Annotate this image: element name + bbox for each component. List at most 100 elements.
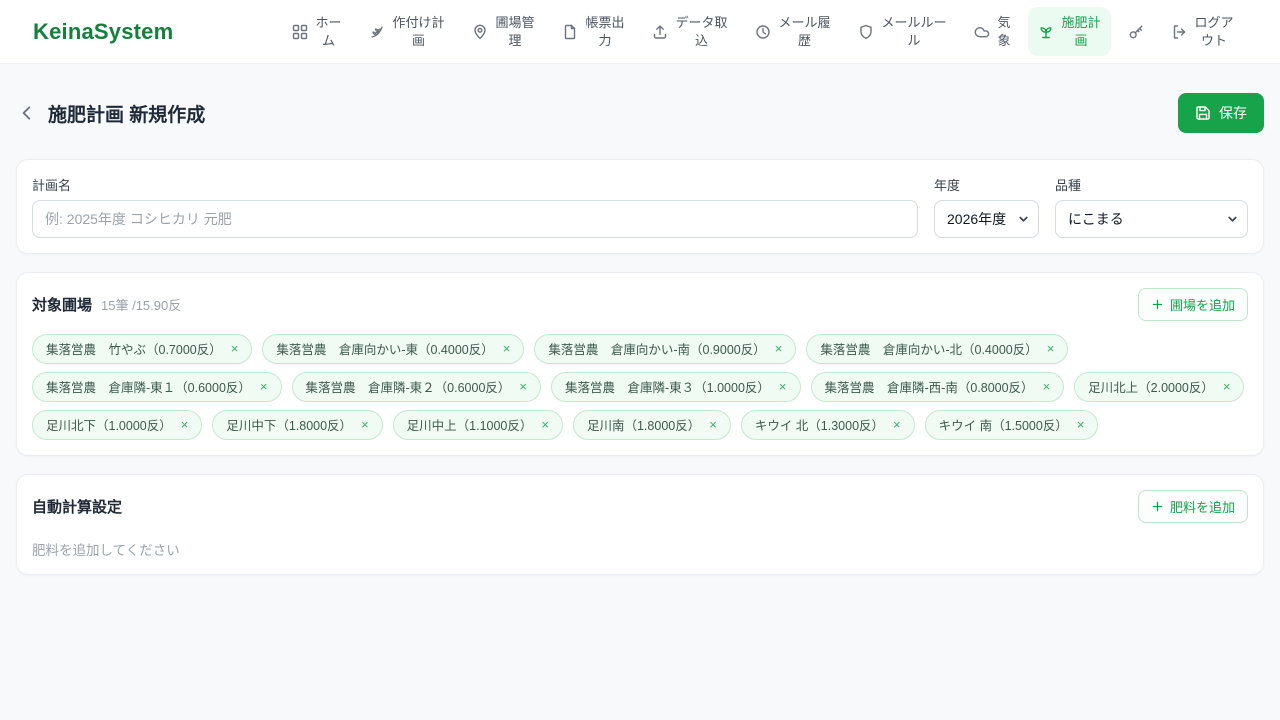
- chip-close-icon[interactable]: ×: [775, 342, 783, 355]
- nav-item-label: ホーム: [315, 14, 342, 48]
- year-field: 年度 2026年度: [934, 175, 1039, 238]
- main-nav: ホーム 作付け計画 圃場管理 帳票出力 データ取込 メール履歴 メールルール 気…: [282, 6, 1244, 57]
- header: KeinaSystem ホーム 作付け計画 圃場管理 帳票出力 データ取込 メー…: [0, 0, 1280, 64]
- field-chip: キウイ 北（1.3000反） ×: [740, 410, 915, 440]
- chip-close-icon[interactable]: ×: [181, 418, 189, 431]
- chip-close-icon[interactable]: ×: [1043, 380, 1051, 393]
- plan-name-field: 計画名: [32, 175, 918, 238]
- field-chip-label: 足川北下（1.0000反）: [46, 419, 172, 433]
- nav-item-data-import[interactable]: データ取込: [642, 7, 738, 56]
- chip-close-icon[interactable]: ×: [231, 342, 239, 355]
- back-button[interactable]: [16, 102, 38, 124]
- main-content: 施肥計画 新規作成 保存 計画名 年度 2026年度: [0, 93, 1280, 575]
- nav-item-mail-rules[interactable]: メールルール: [848, 7, 957, 56]
- chip-close-icon[interactable]: ×: [709, 418, 717, 431]
- nav-item-weather[interactable]: 気象: [964, 7, 1021, 56]
- auto-calc-header: 自動計算設定 肥料を追加: [32, 490, 1248, 523]
- nav-item-password[interactable]: [1118, 17, 1154, 47]
- field-chip-label: 集落営農 倉庫隣-西-南（0.8000反）: [824, 381, 1034, 395]
- year-select-wrap: 2026年度: [934, 200, 1039, 238]
- field-chip: 集落営農 倉庫隣-東１（0.6000反） ×: [32, 372, 282, 402]
- nav-item-fertilization-plan[interactable]: 施肥計画: [1028, 6, 1111, 57]
- field-chip: 集落営農 倉庫向かい-南（0.9000反） ×: [534, 334, 797, 364]
- nav-item-label: 気象: [997, 14, 1011, 48]
- field-chip: 足川南（1.8000反） ×: [572, 410, 731, 440]
- nav-item-label: メールルール: [881, 14, 947, 48]
- field-chip-label: 集落営農 倉庫隣-東２（0.6000反）: [305, 381, 511, 395]
- field-chip: 集落営農 倉庫隣-東２（0.6000反） ×: [291, 372, 541, 402]
- field-chip: 集落営農 倉庫隣-東３（1.0000反） ×: [551, 372, 801, 402]
- page-header: 施肥計画 新規作成 保存: [16, 93, 1264, 133]
- app-root: KeinaSystem ホーム 作付け計画 圃場管理 帳票出力 データ取込 メー…: [0, 0, 1280, 575]
- target-fields-header: 対象圃場 15筆 /15.90反 圃場を追加: [32, 288, 1248, 321]
- plus-icon: [1152, 501, 1163, 512]
- variety-select[interactable]: にこまる: [1055, 200, 1248, 238]
- add-fertilizer-button[interactable]: 肥料を追加: [1137, 490, 1248, 523]
- save-button[interactable]: 保存: [1178, 93, 1264, 133]
- add-fertilizer-button-label: 肥料を追加: [1169, 500, 1235, 515]
- page-title: 施肥計画 新規作成: [48, 104, 206, 126]
- nav-item-home[interactable]: ホーム: [282, 7, 352, 56]
- target-fields-summary: 15筆 /15.90反: [101, 298, 182, 313]
- nav-item-label: メール履歴: [778, 14, 831, 48]
- field-chip: 集落営農 竹やぶ（0.7000反） ×: [32, 334, 253, 364]
- chip-close-icon[interactable]: ×: [503, 342, 511, 355]
- year-select[interactable]: 2026年度: [934, 200, 1039, 238]
- nav-item-logout[interactable]: ログアウト: [1161, 7, 1244, 56]
- chevron-left-icon: [22, 106, 31, 120]
- logout-icon: [1173, 24, 1186, 39]
- field-chip-label: 集落営農 倉庫向かい-東（0.4000反）: [276, 343, 494, 357]
- chip-close-icon[interactable]: ×: [541, 418, 549, 431]
- chip-close-icon[interactable]: ×: [519, 380, 527, 393]
- field-chip-label: 集落営農 竹やぶ（0.7000反）: [46, 343, 222, 357]
- target-fields-title: 対象圃場: [32, 297, 93, 314]
- cloud-icon: [974, 26, 990, 37]
- field-chip: 集落営農 倉庫向かい-北（0.4000反） ×: [806, 334, 1069, 364]
- variety-select-wrap: にこまる: [1055, 200, 1248, 238]
- nav-item-report-output[interactable]: 帳票出力: [552, 7, 635, 56]
- target-fields-card: 対象圃場 15筆 /15.90反 圃場を追加 集落営農 竹やぶ（0.7000反）…: [16, 272, 1264, 456]
- history-icon: [756, 24, 770, 39]
- chip-close-icon[interactable]: ×: [779, 380, 787, 393]
- nav-item-field-management[interactable]: 圃場管理: [462, 7, 545, 56]
- field-chip: 足川北上（2.0000反） ×: [1074, 372, 1245, 402]
- save-button-label: 保存: [1219, 105, 1247, 121]
- chip-close-icon[interactable]: ×: [1047, 342, 1055, 355]
- shield-icon: [860, 24, 872, 39]
- chip-close-icon[interactable]: ×: [260, 380, 268, 393]
- field-chip: 集落営農 倉庫隣-西-南（0.8000反） ×: [810, 372, 1065, 402]
- field-chip: 集落営農 倉庫向かい-東（0.4000反） ×: [262, 334, 525, 364]
- field-chip-label: キウイ 南（1.5000反）: [938, 419, 1068, 433]
- nav-item-label: ログアウト: [1194, 14, 1234, 48]
- add-field-button[interactable]: 圃場を追加: [1137, 288, 1248, 321]
- year-label: 年度: [934, 178, 961, 193]
- plan-name-input[interactable]: [32, 200, 918, 238]
- variety-field: 品種 にこまる: [1055, 175, 1248, 238]
- target-fields-title-wrap: 対象圃場 15筆 /15.90反: [32, 294, 181, 315]
- chip-close-icon[interactable]: ×: [1077, 418, 1085, 431]
- field-chip-label: 集落営農 倉庫隣-東１（0.6000反）: [46, 381, 251, 395]
- sprout-icon: [1040, 26, 1052, 38]
- field-chip-label: 足川中下（1.8000反）: [226, 419, 353, 433]
- chip-close-icon[interactable]: ×: [893, 418, 901, 431]
- nav-item-label: 圃場管理: [495, 14, 535, 48]
- chip-close-icon[interactable]: ×: [1223, 380, 1231, 393]
- map-pin-icon: [474, 24, 486, 39]
- plus-icon: [1152, 299, 1163, 310]
- upload-icon: [653, 24, 667, 39]
- add-field-button-label: 圃場を追加: [1169, 298, 1235, 313]
- field-chip-label: 集落営農 倉庫向かい-南（0.9000反）: [548, 343, 766, 357]
- field-chip: 足川北下（1.0000反） ×: [32, 410, 203, 440]
- nav-item-planting-plan[interactable]: 作付け計画: [359, 7, 455, 56]
- variety-label: 品種: [1055, 178, 1082, 193]
- plan-form-row: 計画名 年度 2026年度 品種 にこまる: [32, 175, 1248, 238]
- field-chip: キウイ 南（1.5000反） ×: [924, 410, 1099, 440]
- field-chip-label: 集落営農 倉庫向かい-北（0.4000反）: [820, 343, 1038, 357]
- nav-item-mail-history[interactable]: メール履歴: [745, 7, 841, 56]
- field-chip-label: 足川中上（1.1000反）: [406, 419, 533, 433]
- chip-close-icon[interactable]: ×: [361, 418, 369, 431]
- field-chip-list: 集落営農 竹やぶ（0.7000反） × 集落営農 倉庫向かい-東（0.4000反）…: [32, 334, 1248, 440]
- nav-item-label: 帳票出力: [585, 14, 625, 48]
- field-chip-label: 足川南（1.8000反）: [586, 419, 701, 433]
- plan-form-card: 計画名 年度 2026年度 品種 にこまる: [16, 159, 1264, 254]
